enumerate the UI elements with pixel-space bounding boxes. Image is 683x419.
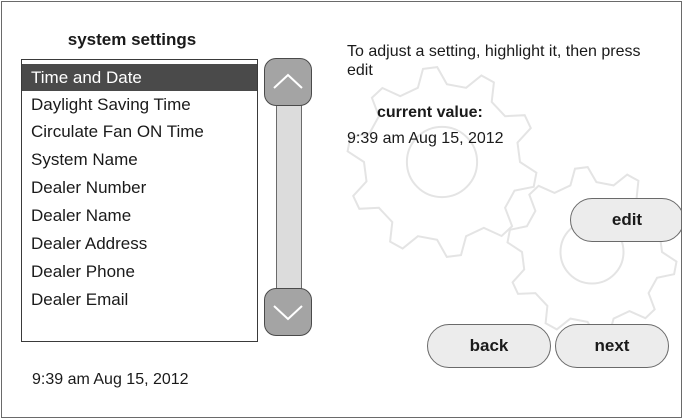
current-value-label: current value: <box>377 104 483 121</box>
chevron-down-icon <box>273 305 303 321</box>
list-item-dealer-email[interactable]: Dealer Email <box>22 286 257 313</box>
footer-time: 9:39 am Aug 15, 2012 <box>32 371 189 388</box>
next-button[interactable]: next <box>555 324 669 368</box>
scrollbar-track[interactable] <box>276 82 302 318</box>
list-item-dealer-address[interactable]: Dealer Address <box>22 230 257 257</box>
list-item-time-and-date[interactable]: Time and Date <box>22 64 257 91</box>
settings-title: system settings <box>67 30 197 49</box>
scroll-down-button[interactable] <box>264 288 312 336</box>
current-value: 9:39 am Aug 15, 2012 <box>347 130 504 147</box>
list-item-dealer-name[interactable]: Dealer Name <box>22 202 257 229</box>
settings-list: Time and Date Daylight Saving Time Circu… <box>21 59 258 342</box>
back-button[interactable]: back <box>427 324 551 368</box>
chevron-up-icon <box>273 73 303 89</box>
scroll-up-button[interactable] <box>264 58 312 106</box>
list-item-circulate-fan-on-time[interactable]: Circulate Fan ON Time <box>22 118 257 145</box>
list-item-system-name[interactable]: System Name <box>22 146 257 173</box>
instructions-text: To adjust a setting, highlight it, then … <box>347 43 641 79</box>
thermostat-screen: system settings Time and Date Daylight S… <box>1 1 682 418</box>
edit-button[interactable]: edit <box>570 198 681 242</box>
list-item-dealer-phone[interactable]: Dealer Phone <box>22 258 257 285</box>
list-item-daylight-saving-time[interactable]: Daylight Saving Time <box>22 91 257 118</box>
list-item-dealer-number[interactable]: Dealer Number <box>22 174 257 201</box>
